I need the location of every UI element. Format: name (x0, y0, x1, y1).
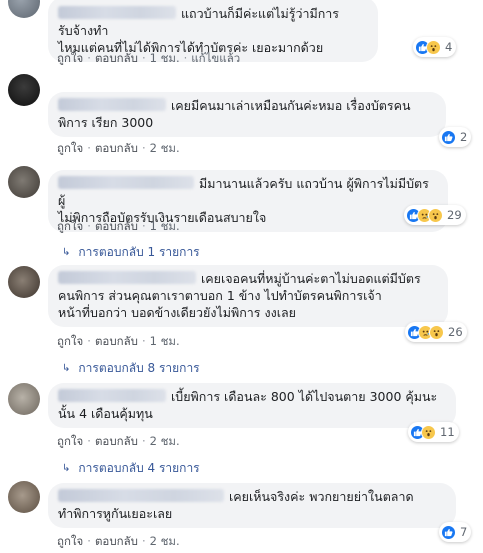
reply-link[interactable]: ตอบกลับ (95, 141, 138, 155)
reply-link[interactable]: ตอบกลับ (95, 219, 138, 233)
like-link[interactable]: ถูกใจ (57, 534, 83, 548)
comment-bubble: เคยมีคนมาเล่าเหมือนกันค่ะหมอ เรื่องบัตรค… (48, 92, 446, 137)
timestamp[interactable]: 1 ชม. (150, 219, 180, 233)
reaction-summary[interactable]: 7 (439, 522, 472, 542)
reaction-summary[interactable]: 4 (413, 37, 457, 57)
avatar[interactable] (8, 266, 40, 298)
reaction-summary[interactable]: 2 (439, 127, 472, 147)
reply-arrow-icon: ↳ (62, 463, 71, 474)
commenter-name-blurred[interactable] (58, 176, 194, 189)
wow-reaction-icon (426, 39, 441, 55)
avatar[interactable] (8, 481, 40, 513)
wow-reaction-icon (421, 424, 436, 440)
comment-actions: ถูกใจ · ตอบกลับ · 1 ชม. (57, 219, 180, 233)
like-reaction-icon (441, 129, 456, 145)
like-reaction-icon (441, 524, 456, 540)
comment-text: เคยเห็นจริงค่ะ พวกยายย่าในตลาด ทำพิการหู… (58, 489, 414, 521)
commenter-name-blurred[interactable] (58, 389, 166, 402)
replies-count-label: การตอบกลับ 8 รายการ (78, 361, 200, 375)
reaction-count: 7 (460, 525, 468, 539)
view-replies-link[interactable]: ↳ การตอบกลับ 1 รายการ (62, 243, 200, 262)
comment-text: เคยเจอคนที่หมู่บ้านค่ะตาไม่บอดแต่มีบัตร … (58, 271, 421, 320)
timestamp[interactable]: 2 ชม. (150, 434, 180, 448)
reaction-summary[interactable]: 26 (405, 322, 467, 342)
reply-arrow-icon: ↳ (62, 247, 71, 258)
reply-link[interactable]: ตอบกลับ (95, 334, 138, 348)
edited-label[interactable]: แก้ไขแล้ว (191, 51, 240, 65)
reaction-count: 26 (448, 325, 463, 339)
replies-count-label: การตอบกลับ 1 รายการ (78, 245, 200, 259)
commenter-name-blurred[interactable] (58, 98, 166, 111)
reply-link[interactable]: ตอบกลับ (95, 434, 138, 448)
comment-text: เบี้ยพิการ เดือนละ 800 ได้ไปจนตาย 3000 ค… (58, 389, 438, 421)
reaction-summary[interactable]: 29 (404, 205, 466, 225)
comment-text: แถวบ้านก็มีค่ะแต่ไม่รู้ว่ามีการรับจ้างทำ… (58, 6, 340, 55)
wow-reaction-icon (429, 324, 444, 340)
like-link[interactable]: ถูกใจ (57, 434, 83, 448)
comment-actions: ถูกใจ · ตอบกลับ · 2 ชม. (57, 141, 180, 155)
comment-actions: ถูกใจ · ตอบกลับ · 1 ชม. · แก้ไขแล้ว (57, 51, 241, 65)
comment-bubble: เคยเห็นจริงค่ะ พวกยายย่าในตลาด ทำพิการหู… (48, 483, 456, 528)
timestamp[interactable]: 2 ชม. (150, 141, 180, 155)
reply-link[interactable]: ตอบกลับ (95, 534, 138, 548)
commenter-name-blurred[interactable] (58, 271, 196, 284)
comment-actions: ถูกใจ · ตอบกลับ · 2 ชม. (57, 434, 180, 448)
timestamp[interactable]: 1 ชม. (150, 334, 180, 348)
like-link[interactable]: ถูกใจ (57, 51, 83, 65)
view-replies-link[interactable]: ↳ การตอบกลับ 8 รายการ (62, 359, 200, 378)
comment-text: เคยมีคนมาเล่าเหมือนกันค่ะหมอ เรื่องบัตรค… (58, 98, 411, 130)
replies-count-label: การตอบกลับ 4 รายการ (78, 461, 200, 475)
reply-arrow-icon: ↳ (62, 363, 71, 374)
comment-bubble: เคยเจอคนที่หมู่บ้านค่ะตาไม่บอดแต่มีบัตร … (48, 265, 448, 327)
reaction-summary[interactable]: 11 (408, 422, 459, 442)
avatar[interactable] (8, 74, 40, 106)
avatar[interactable] (8, 166, 40, 198)
like-link[interactable]: ถูกใจ (57, 334, 83, 348)
reaction-count: 4 (445, 40, 453, 54)
comment-actions: ถูกใจ · ตอบกลับ · 1 ชม. (57, 334, 180, 348)
reply-link[interactable]: ตอบกลับ (95, 51, 138, 65)
like-link[interactable]: ถูกใจ (57, 219, 83, 233)
wow-reaction-icon (428, 207, 443, 223)
reaction-count: 2 (460, 130, 468, 144)
reaction-count: 11 (440, 425, 455, 439)
commenter-name-blurred[interactable] (58, 6, 176, 19)
comment-actions: ถูกใจ · ตอบกลับ · 2 ชม. (57, 534, 180, 548)
comment-bubble: เบี้ยพิการ เดือนละ 800 ได้ไปจนตาย 3000 ค… (48, 383, 456, 428)
like-link[interactable]: ถูกใจ (57, 141, 83, 155)
commenter-name-blurred[interactable] (58, 489, 224, 502)
avatar[interactable] (8, 0, 40, 18)
timestamp[interactable]: 2 ชม. (150, 534, 180, 548)
view-replies-link[interactable]: ↳ การตอบกลับ 4 รายการ (62, 459, 200, 478)
reaction-count: 29 (447, 208, 462, 222)
timestamp[interactable]: 1 ชม. (150, 51, 180, 65)
avatar[interactable] (8, 383, 40, 415)
